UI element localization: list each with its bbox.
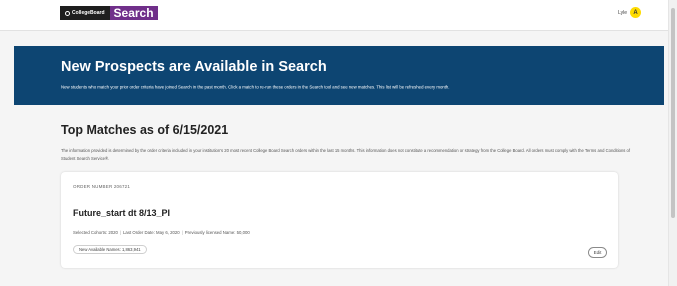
top-matches-title: Top Matches as of 6/15/2021 bbox=[61, 123, 229, 137]
order-meta: Selected Cohorts: 2020 | Last Order Date: … bbox=[73, 230, 250, 235]
college-board-search-logo[interactable]: CollegeBoard Search bbox=[60, 6, 158, 20]
search-wordmark: Search bbox=[109, 6, 158, 20]
vertical-scrollbar[interactable] bbox=[668, 0, 677, 286]
new-available-names-badge: New Available Names: 1,863,941 bbox=[73, 245, 147, 254]
order-match-card[interactable]: ORDER NUMBER 206721 Future_start dt 8/13… bbox=[61, 172, 618, 268]
order-number: ORDER NUMBER 206721 bbox=[73, 184, 131, 189]
user-name: Lyle bbox=[618, 9, 627, 16]
college-board-logo: CollegeBoard bbox=[60, 6, 110, 20]
new-prospects-banner: New Prospects are Available in Search Ne… bbox=[14, 46, 664, 105]
top-navigation-bar: CollegeBoard Search Lyle A bbox=[0, 0, 668, 31]
previously-licensed-names: Previously licensed Name: 50,000 bbox=[184, 230, 250, 235]
edit-button[interactable]: Edit bbox=[588, 247, 607, 258]
top-matches-disclaimer: The information provided is determined b… bbox=[61, 148, 631, 161]
last-order-date: Last Order Date: May 6, 2020 bbox=[123, 230, 180, 235]
avatar[interactable]: A bbox=[630, 7, 641, 18]
college-board-wordmark: CollegeBoard bbox=[72, 10, 105, 16]
banner-title: New Prospects are Available in Search bbox=[61, 59, 327, 75]
scrollbar-thumb[interactable] bbox=[671, 8, 675, 218]
order-title: Future_start dt 8/13_PI bbox=[73, 208, 171, 218]
acorn-icon bbox=[65, 10, 70, 16]
user-menu[interactable]: Lyle A bbox=[618, 7, 641, 18]
selected-cohorts: Selected Cohorts: 2020 bbox=[73, 230, 118, 235]
banner-text: New students who match your prior order … bbox=[61, 84, 450, 90]
